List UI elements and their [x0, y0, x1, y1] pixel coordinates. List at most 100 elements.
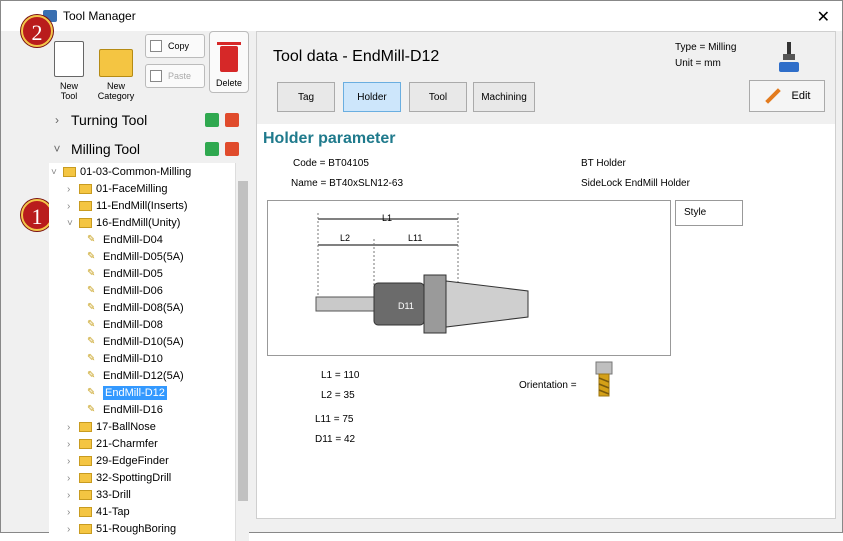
tree-root[interactable]: ˅ 01-03-Common-Milling	[51, 163, 191, 181]
tree-item[interactable]: ✎ EndMill-D10(5A)	[87, 333, 184, 351]
tree-item[interactable]: ✎ EndMill-D08(5A)	[87, 299, 184, 317]
dim-l1: L1	[382, 213, 392, 223]
delete-button[interactable]: Delete	[209, 31, 249, 93]
tree-item[interactable]: › 21-Charmfer	[67, 435, 158, 453]
tree-item[interactable]: › 17-BallNose	[67, 418, 156, 436]
expand-icon: ›	[67, 472, 71, 484]
tree-item[interactable]: › 11-EndMill(Inserts)	[67, 197, 188, 215]
tree-item-label: 01-03-Common-Milling	[80, 166, 192, 178]
expand-icon: ˅	[67, 217, 73, 229]
tree-item-label: EndMill-D12	[103, 386, 167, 400]
style-field[interactable]: Style	[675, 200, 743, 226]
type-label: Type = Milling	[675, 42, 737, 53]
tab-machining[interactable]: Machining	[473, 82, 535, 112]
tree-item[interactable]: ✎ EndMill-D05(5A)	[87, 248, 184, 266]
tool-data-panel: Tool data - EndMill-D12 Type = Milling U…	[256, 31, 836, 519]
tree-item[interactable]: › 33-Drill	[67, 486, 131, 504]
tree-item[interactable]: › 29-EdgeFinder	[67, 452, 169, 470]
expand-icon: ›	[67, 506, 71, 518]
expand-icon: ›	[67, 489, 71, 501]
tree-item[interactable]: › 32-SpottingDrill	[67, 469, 171, 487]
tree-item-label: EndMill-D08(5A)	[103, 302, 184, 314]
edit-button[interactable]: Edit	[749, 80, 825, 112]
tree-item[interactable]: ✎ EndMill-D10	[87, 350, 163, 368]
copy-button[interactable]: Copy	[145, 34, 205, 58]
recycle-icon[interactable]	[205, 142, 219, 156]
turning-tool-section[interactable]: › Turning Tool	[49, 106, 249, 134]
holder-name: Name = BT40xSLN12-63	[291, 178, 404, 189]
close-icon[interactable]: ✕	[817, 7, 830, 27]
tree-item-selected[interactable]: ✎ EndMill-D12	[87, 384, 167, 402]
tree-item[interactable]: ✎ EndMill-D08	[87, 316, 163, 334]
endmill-icon: ✎	[87, 336, 96, 347]
paste-button[interactable]: Paste	[145, 64, 205, 88]
folder-icon	[99, 49, 133, 77]
delete-label: Delete	[215, 78, 242, 88]
tree-item-label: EndMill-D16	[103, 404, 163, 416]
tree-item[interactable]: › 01-FaceMilling	[67, 180, 168, 198]
dim-l2: L2	[340, 233, 350, 243]
tree-scrollbar[interactable]	[235, 163, 249, 541]
expand-icon: ˅	[51, 166, 57, 178]
expand-icon: ›	[67, 421, 71, 433]
tree-item-label: EndMill-D12(5A)	[103, 370, 184, 382]
holder-code: Code = BT04105	[293, 158, 369, 169]
tree-item[interactable]: › 51-RoughBoring	[67, 520, 176, 538]
edit-label: Edit	[791, 90, 811, 102]
expand-icon: ›	[67, 200, 71, 212]
holder-diagram: L1 L2 L11 D11	[267, 200, 671, 356]
swap-icon[interactable]	[225, 113, 239, 127]
tab-tool[interactable]: Tool	[409, 82, 467, 112]
holder-description: SideLock EndMill Holder	[581, 178, 690, 189]
scrollbar-thumb[interactable]	[238, 181, 248, 501]
new-category-label: New Category	[97, 81, 135, 101]
pencil-icon	[764, 88, 781, 104]
folder-icon	[79, 456, 92, 466]
tree-item-label: EndMill-D10(5A)	[103, 336, 184, 348]
swap-icon[interactable]	[225, 142, 239, 156]
endmill-icon: ✎	[87, 285, 96, 296]
folder-icon	[79, 201, 92, 211]
tab-holder[interactable]: Holder	[343, 82, 401, 112]
tree-item[interactable]: ✎ EndMill-D05	[87, 265, 163, 283]
expand-icon: ›	[67, 438, 71, 450]
tree-item-label: 01-FaceMilling	[96, 183, 168, 195]
folder-icon	[79, 439, 92, 449]
title-bar: Tool Manager ✕	[1, 1, 842, 31]
value-l2: L2 = 35	[321, 390, 355, 401]
endmill-icon: ✎	[87, 234, 96, 245]
holder-parameter-section: Holder parameter Code = BT04105 Name = B…	[257, 124, 835, 518]
tool-manager-window: Tool Manager ✕ 2 1 New Tool New Category…	[0, 0, 843, 541]
tree-item[interactable]: ✎ EndMill-D06	[87, 282, 163, 300]
folder-icon	[79, 422, 92, 432]
holder-parameter-title: Holder parameter	[263, 130, 396, 147]
new-category-button[interactable]: New Category	[93, 31, 139, 101]
unit-label: Unit = mm	[675, 58, 721, 69]
tree-item-label: 41-Tap	[96, 506, 130, 518]
tree-item[interactable]: ✎ EndMill-D16	[87, 401, 163, 419]
tree-item[interactable]: › 41-Tap	[67, 503, 130, 521]
tool-meta: Type = Milling Unit = mm	[675, 40, 736, 72]
folder-icon	[79, 184, 92, 194]
tree-item-label: 32-SpottingDrill	[96, 472, 172, 484]
trash-icon	[217, 42, 241, 72]
new-tool-button[interactable]: New Tool	[49, 31, 89, 101]
paste-label: Paste	[168, 71, 192, 81]
tree-item-label: EndMill-D05(5A)	[103, 251, 184, 263]
value-l1: L1 = 110	[321, 370, 360, 381]
folder-icon	[79, 507, 92, 517]
tree-item-label: EndMill-D04	[103, 234, 163, 246]
tree-item[interactable]: ✎ EndMill-D12(5A)	[87, 367, 184, 385]
tree-item[interactable]: ✎ EndMill-D04	[87, 231, 163, 249]
expand-icon: ›	[67, 455, 71, 467]
endmill-icon: ✎	[87, 268, 96, 279]
tool-data-title: Tool data - EndMill-D12	[273, 48, 440, 65]
milling-machine-icon	[779, 42, 799, 72]
recycle-icon[interactable]	[205, 113, 219, 127]
tree-item[interactable]: ˅ 16-EndMill(Unity)	[67, 214, 180, 232]
chevron-right-icon: ›	[55, 113, 59, 127]
tree-item-label: 11-EndMill(Inserts)	[96, 200, 188, 212]
folder-icon	[79, 490, 92, 500]
milling-tool-section[interactable]: ˅ Milling Tool	[49, 135, 249, 163]
tab-tag[interactable]: Tag	[277, 82, 335, 112]
